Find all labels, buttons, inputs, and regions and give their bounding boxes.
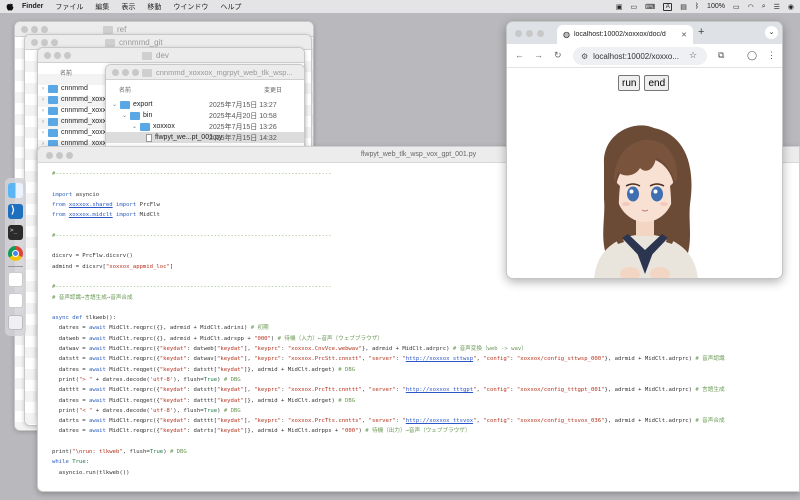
- globe-icon: ◍: [563, 30, 570, 39]
- list-item-export[interactable]: ⌄ export 2025年7月15日 13:27: [106, 99, 304, 110]
- back-icon[interactable]: ←: [515, 50, 524, 60]
- more-menu-icon[interactable]: ⋮: [767, 50, 776, 61]
- run-button[interactable]: run: [618, 75, 641, 91]
- folder-icon: [120, 100, 131, 109]
- minimize-button[interactable]: [526, 30, 533, 37]
- tab-search-icon[interactable]: ⌄: [765, 26, 778, 39]
- minimize-button[interactable]: [122, 69, 129, 76]
- list-item[interactable]: › cnnmmd: [42, 83, 88, 94]
- window-title: ref: [117, 25, 127, 34]
- dock: ⟩ >_: [5, 178, 26, 336]
- character-image: [584, 124, 707, 278]
- menu-view[interactable]: 表示: [121, 2, 135, 12]
- minimize-button[interactable]: [31, 26, 38, 33]
- input-source-icon[interactable]: A: [663, 2, 673, 11]
- url-text: localhost:10002/xoxxo...: [593, 51, 680, 61]
- control-center-icon[interactable]: ☰: [774, 3, 780, 11]
- column-header-name[interactable]: 名前: [60, 68, 72, 77]
- window-title: cnnmmd_xoxxox_mgrpyt_web_tlk_wsp...: [156, 68, 293, 77]
- folder-icon: [105, 38, 115, 47]
- end-button[interactable]: end: [644, 75, 670, 91]
- browser-window[interactable]: ◍ localhost:10002/xoxxox/doc/d ✕ + ⌄ ← →…: [506, 21, 783, 279]
- list-item[interactable]: › cnnmmd_xoxx: [42, 94, 106, 105]
- zoom-button[interactable]: [64, 52, 71, 59]
- column-header-date[interactable]: 変更日: [264, 85, 282, 94]
- document-thumbnail-icon[interactable]: [8, 272, 23, 287]
- menu-help[interactable]: ヘルプ: [220, 2, 241, 12]
- bluetooth-icon[interactable]: ᛒ: [695, 3, 699, 10]
- url-bar[interactable]: ⚙ localhost:10002/xoxxo...: [573, 47, 707, 65]
- list-item-python-file[interactable]: flwpyt_we...pt_001.py 2025年7月15日 14:32: [106, 132, 304, 143]
- window-title: dev: [156, 51, 169, 60]
- site-info-icon[interactable]: ⚙: [581, 52, 588, 61]
- list-item[interactable]: › cnnmmd_xoxx: [42, 105, 106, 116]
- text-input-icon[interactable]: ⌨: [645, 3, 655, 11]
- close-button[interactable]: [112, 69, 119, 76]
- close-tab-icon[interactable]: ✕: [681, 31, 687, 39]
- bookmark-star-icon[interactable]: ☆: [689, 50, 697, 61]
- vscode-icon[interactable]: ⟩: [8, 204, 23, 219]
- reload-icon[interactable]: ↻: [554, 50, 562, 61]
- list-item-bin[interactable]: ⌄ bin 2025年4月20日 10:58: [106, 110, 304, 121]
- folder-icon: [142, 68, 152, 77]
- siri-icon[interactable]: ◉: [788, 3, 794, 11]
- battery-percent: 100%: [707, 3, 725, 10]
- zoom-button[interactable]: [41, 26, 48, 33]
- list-item-xoxxox[interactable]: ⌄ xoxxox 2025年7月15日 13:26: [106, 121, 304, 132]
- trash-icon[interactable]: [8, 315, 23, 330]
- menu-file[interactable]: ファイル: [55, 2, 83, 12]
- zoom-button[interactable]: [132, 69, 139, 76]
- zoom-button[interactable]: [51, 39, 58, 46]
- window-title: cnnmmd_git: [119, 38, 163, 47]
- menu-window[interactable]: ウインドウ: [173, 2, 208, 12]
- chrome-icon[interactable]: [8, 246, 23, 261]
- display-icon[interactable]: ▭: [630, 3, 637, 11]
- folder-icon: [142, 51, 152, 60]
- minimize-button[interactable]: [41, 39, 48, 46]
- new-tab-icon[interactable]: +: [698, 26, 704, 38]
- finder-window-front[interactable]: cnnmmd_xoxxox_mgrpyt_web_tlk_wsp... 名前 変…: [105, 64, 305, 154]
- battery-icon[interactable]: ▭: [733, 3, 740, 11]
- close-button[interactable]: [515, 30, 522, 37]
- finder-icon[interactable]: [8, 183, 23, 198]
- menu-go[interactable]: 移動: [147, 2, 161, 12]
- column-header-name[interactable]: 名前: [119, 85, 131, 94]
- document-thumbnail-icon[interactable]: [8, 293, 23, 308]
- terminal-icon[interactable]: >_: [8, 225, 23, 240]
- profile-icon[interactable]: ◯: [747, 50, 757, 61]
- drive-icon[interactable]: ▤: [680, 3, 687, 11]
- file-icon: [146, 133, 152, 142]
- camera-icon[interactable]: ▣: [616, 3, 623, 11]
- folder-icon: [48, 117, 58, 126]
- apple-icon[interactable]: [6, 2, 14, 11]
- folder-icon: [140, 122, 151, 131]
- menubar-status-area: ▣ ▭ ⌨ A ▤ ᛒ 100% ▭ ◠ ⌕ ☰ ◉: [616, 0, 794, 13]
- zoom-button[interactable]: [537, 30, 544, 37]
- menu-bar: Finder ファイル 編集 表示 移動 ウインドウ ヘルプ ▣ ▭ ⌨ A ▤…: [0, 0, 800, 13]
- list-item[interactable]: › cnnmmd_xoxx: [42, 127, 106, 138]
- wifi-icon[interactable]: ◠: [748, 3, 754, 11]
- dock-divider: [8, 266, 23, 267]
- minimize-button[interactable]: [54, 52, 61, 59]
- folder-icon: [130, 111, 141, 120]
- folder-icon: [48, 106, 58, 115]
- close-button[interactable]: [31, 39, 38, 46]
- folder-icon: [48, 128, 58, 137]
- forward-icon[interactable]: →: [534, 50, 543, 60]
- tab-strip: ◍ localhost:10002/xoxxox/doc/d ✕ + ⌄: [507, 22, 782, 44]
- page-content: run end: [507, 68, 782, 278]
- address-toolbar: ← → ↻ ⚙ localhost:10002/xoxxo... ☆ ⧉ ◯ ⋮: [507, 44, 782, 68]
- search-icon[interactable]: ⌕: [762, 3, 766, 11]
- close-button[interactable]: [21, 26, 28, 33]
- menu-edit[interactable]: 編集: [95, 2, 109, 12]
- close-button[interactable]: [44, 52, 51, 59]
- list-item[interactable]: › cnnmmd_xoxx: [42, 116, 106, 127]
- extensions-icon[interactable]: ⧉: [718, 50, 724, 61]
- folder-icon: [48, 84, 58, 93]
- menu-app-name[interactable]: Finder: [22, 3, 43, 10]
- browser-tab[interactable]: ◍ localhost:10002/xoxxox/doc/d ✕: [557, 25, 693, 44]
- folder-icon: [48, 95, 58, 104]
- folder-icon: [103, 25, 113, 34]
